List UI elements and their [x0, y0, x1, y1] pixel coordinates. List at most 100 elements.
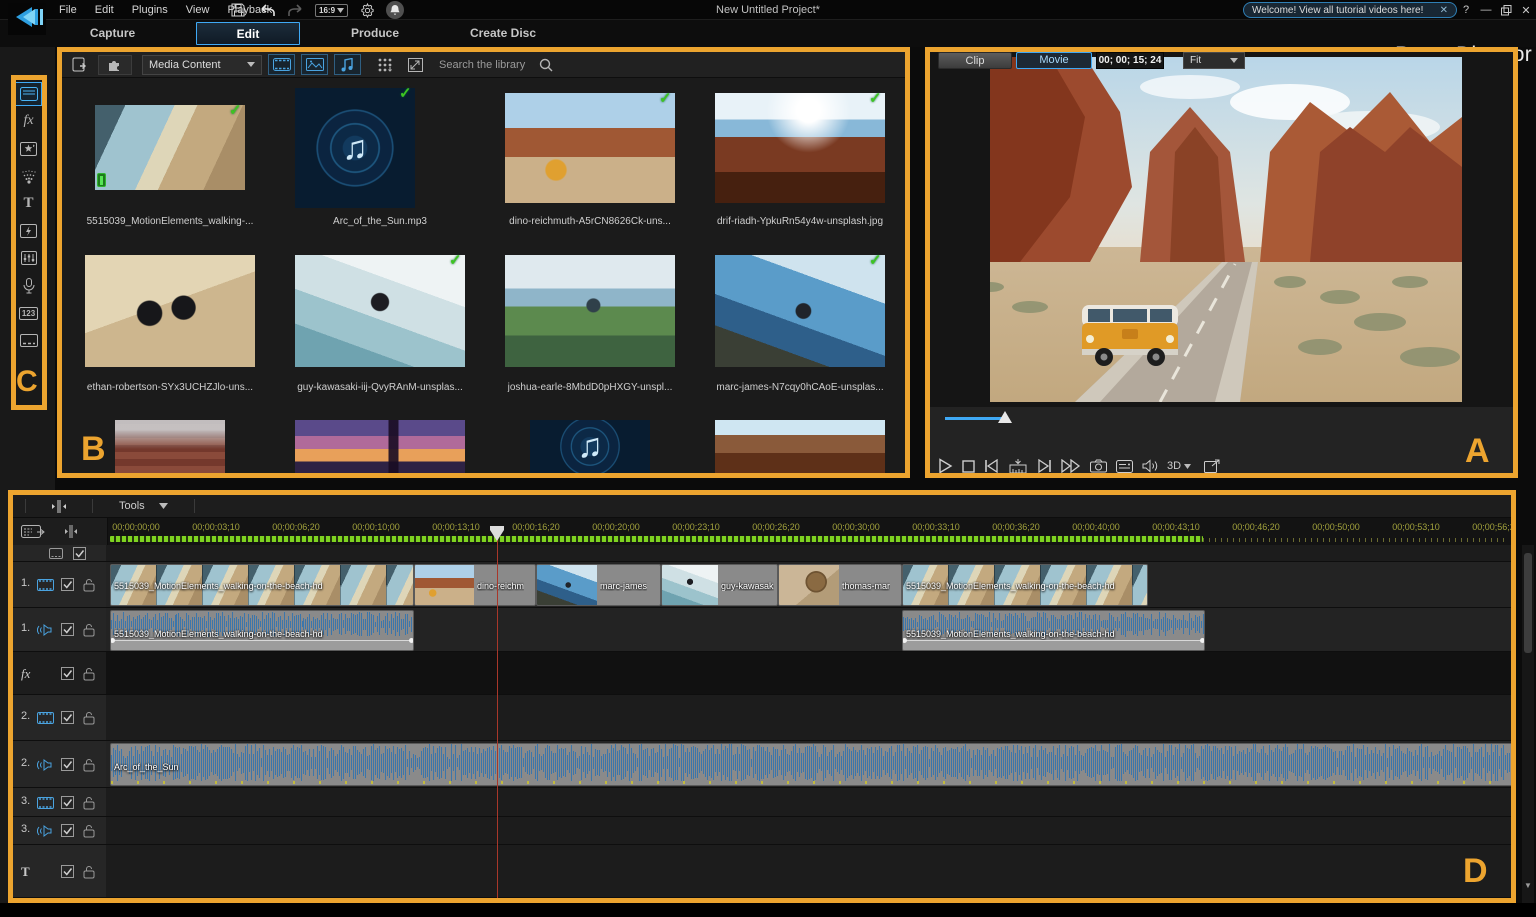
timeline-scrollbar-thumb[interactable]	[1524, 553, 1532, 653]
video-clip[interactable]: 5515039_MotionElements_walking-on-the-be…	[902, 564, 1148, 606]
track-lane-fx[interactable]	[106, 652, 1511, 695]
track-header-3[interactable]: 3.	[13, 788, 106, 817]
sidebar-effect-room[interactable]: fx	[15, 109, 42, 133]
track-header-T[interactable]: T	[13, 845, 106, 898]
filter-music-icon[interactable]	[334, 54, 361, 75]
library-item-thumbnail[interactable]	[95, 105, 245, 190]
timeline-scrollbar[interactable]: ▼	[1522, 545, 1534, 903]
track-lane-T[interactable]	[106, 845, 1511, 898]
volume-keyframe-dot[interactable]	[110, 638, 115, 643]
sidebar-particle-room[interactable]	[15, 164, 42, 188]
track-lane-3[interactable]	[106, 817, 1511, 845]
library-item-thumbnail[interactable]	[85, 255, 255, 367]
library-menu-icon[interactable]	[373, 54, 397, 75]
playhead-line[interactable]	[497, 531, 498, 898]
play-button[interactable]	[938, 457, 953, 475]
timecode-display[interactable]: 00; 00; 15; 24	[1096, 52, 1164, 69]
sidebar-audio-mixing-room[interactable]	[15, 246, 42, 270]
3d-mode-button[interactable]: 3D	[1167, 460, 1191, 472]
track-header-1[interactable]: 1.	[13, 562, 106, 608]
search-icon[interactable]	[539, 58, 553, 72]
track-header-marker[interactable]	[13, 545, 106, 562]
split-clip-icon[interactable]	[38, 497, 80, 515]
filter-video-icon[interactable]	[268, 54, 295, 75]
track-lock-icon[interactable]	[83, 711, 95, 725]
library-item-thumbnail[interactable]	[715, 420, 885, 473]
tab-edit[interactable]: Edit	[196, 22, 300, 45]
audio-clip[interactable]: 5515039_MotionElements_walking-on-the-be…	[110, 610, 414, 651]
track-enable-checkbox[interactable]	[61, 711, 74, 724]
search-input[interactable]	[439, 59, 539, 71]
welcome-banner[interactable]: Welcome! View all tutorial videos here! …	[1243, 2, 1457, 18]
media-content-dropdown[interactable]: Media Content	[142, 55, 262, 75]
welcome-banner-close-icon[interactable]: ✕	[1440, 5, 1448, 16]
library-item-thumbnail[interactable]	[715, 255, 885, 367]
track-enable-checkbox[interactable]	[61, 865, 74, 878]
filter-photo-icon[interactable]	[301, 54, 328, 75]
movie-mode-button[interactable]: Movie	[1016, 52, 1092, 69]
track-header-2[interactable]: 2.	[13, 695, 106, 741]
library-item-thumbnail[interactable]	[115, 420, 225, 473]
music-clip[interactable]: Arc_of_the_Sun	[110, 743, 1511, 786]
audio-clip[interactable]: 5515039_MotionElements_walking-on-the-be…	[902, 610, 1205, 651]
library-item-thumbnail[interactable]	[295, 420, 465, 473]
tab-produce[interactable]: Produce	[330, 20, 420, 47]
track-enable-checkbox[interactable]	[61, 578, 74, 591]
track-lock-icon[interactable]	[83, 623, 95, 637]
track-lane-3[interactable]	[106, 788, 1511, 817]
track-lane-marker[interactable]	[106, 545, 1511, 562]
tab-capture[interactable]: Capture	[60, 20, 165, 47]
stop-button[interactable]	[962, 457, 975, 475]
track-lock-icon[interactable]	[83, 667, 95, 681]
track-enable-checkbox[interactable]	[61, 796, 74, 809]
minimize-button[interactable]: —	[1478, 2, 1494, 18]
track-lock-icon[interactable]	[83, 824, 95, 838]
tab-create-disc[interactable]: Create Disc	[448, 20, 558, 47]
plugin-icon[interactable]	[98, 55, 132, 75]
range-select-icon[interactable]	[59, 523, 83, 541]
library-item-thumbnail[interactable]	[295, 255, 465, 367]
library-item-thumbnail[interactable]: ♫	[295, 88, 415, 208]
sidebar-voice-over-room[interactable]	[15, 274, 42, 298]
seek-thumb[interactable]	[998, 411, 1012, 423]
video-clip[interactable]: marc-james	[536, 564, 661, 606]
sidebar-media-room[interactable]	[15, 82, 42, 106]
snapshot-camera-button[interactable]	[1090, 457, 1107, 475]
help-button[interactable]: ?	[1458, 2, 1474, 18]
volume-keyframe-dot[interactable]	[409, 638, 414, 643]
track-lock-icon[interactable]	[83, 578, 95, 592]
volume-keyframe-dot[interactable]	[902, 638, 907, 643]
track-enable-checkbox[interactable]	[73, 547, 86, 560]
library-item-thumbnail[interactable]: ♫	[530, 420, 650, 473]
video-clip[interactable]: 5515039_MotionElements_walking-on-the-be…	[110, 564, 414, 606]
restore-button[interactable]	[1498, 2, 1514, 18]
track-header-2[interactable]: 2.	[13, 741, 106, 788]
video-clip[interactable]: thomas-mar	[778, 564, 902, 606]
track-lock-icon[interactable]	[83, 865, 95, 879]
sidebar-pip-objects-room[interactable]	[15, 137, 42, 161]
volume-rubber-band[interactable]	[111, 640, 413, 650]
preview-seekbar[interactable]	[930, 407, 1513, 429]
thumbnail-size-icon[interactable]	[403, 54, 427, 75]
tools-dropdown[interactable]: Tools	[105, 500, 182, 512]
sidebar-chapter-room[interactable]: 123	[15, 301, 42, 325]
track-lock-icon[interactable]	[83, 796, 95, 810]
sidebar-subtitle-room[interactable]	[15, 329, 42, 353]
video-clip[interactable]: guy-kawasak	[661, 564, 778, 606]
track-lane-2[interactable]	[106, 695, 1511, 741]
previous-frame-button[interactable]	[984, 457, 1000, 475]
close-button[interactable]: ✕	[1518, 2, 1534, 18]
track-enable-checkbox[interactable]	[61, 824, 74, 837]
track-header-3[interactable]: 3.	[13, 817, 106, 845]
volume-keyframe-dot[interactable]	[1200, 638, 1205, 643]
track-enable-checkbox[interactable]	[61, 623, 74, 636]
zoom-fit-dropdown[interactable]: Fit	[1183, 52, 1245, 69]
fast-forward-button[interactable]	[1061, 457, 1081, 475]
library-item-thumbnail[interactable]	[505, 93, 675, 203]
scrollbar-down-arrow[interactable]: ▼	[1524, 881, 1532, 890]
volume-button[interactable]	[1142, 457, 1158, 475]
import-media-icon[interactable]	[68, 55, 92, 75]
sidebar-transition-room[interactable]	[15, 219, 42, 243]
timeline-ruler[interactable]: 00;00;00;0000;00;03;1000;00;06;2000;00;1…	[108, 518, 1511, 545]
library-item-thumbnail[interactable]	[715, 93, 885, 203]
